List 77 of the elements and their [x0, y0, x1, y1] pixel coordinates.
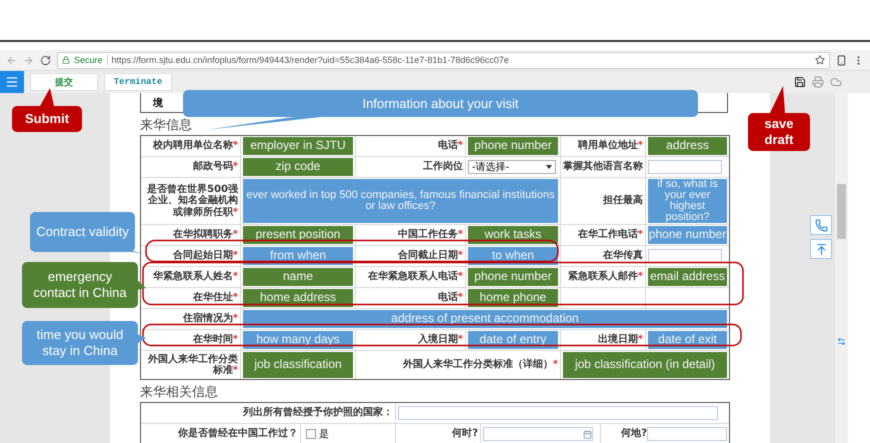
field-label: 聘用单位地址* [578, 140, 643, 152]
callout-pointer [768, 86, 788, 114]
field-label: 在华拟聘职务* [172, 229, 238, 241]
annotation-label: phone number [648, 226, 727, 244]
field-label: 在华传真 [603, 250, 643, 262]
field-label: 在华时间* [192, 334, 238, 346]
section-title: 来华信息 [140, 117, 192, 135]
callout: save draft [748, 113, 810, 151]
field-label: 华紧急联系人姓名* [152, 271, 238, 283]
field-label: 工作岗位 [423, 161, 463, 173]
callout: time you would stay in China [22, 321, 138, 365]
annotation-label: employer in SJTU [243, 137, 353, 155]
annotation-label: name [243, 268, 353, 286]
field-label: 合同截止日期* [398, 250, 463, 262]
back-icon[interactable] [6, 54, 17, 66]
lock-icon [62, 56, 70, 64]
expand-icon[interactable] [837, 336, 846, 346]
url-text: https://form.sjtu.edu.cn/infoplus/form/949443/render?uid=55c384a6-558c-11e7-81b1-78d6c96cc07e [112, 55, 509, 65]
field-label: 外国人来华工作分类标准* [146, 354, 238, 376]
field-label: 紧急联系人邮件* [568, 271, 643, 283]
annotation-label: job classification [243, 352, 353, 378]
field-label: 合同起始日期* [172, 250, 238, 262]
field-label: 在华工作电话* [578, 229, 643, 241]
annotation-label: ever worked in top 500 companies, famous financial institutions or law offices? [243, 179, 558, 223]
field-label: 列出所有曾经授予你护照的国家： [243, 407, 393, 419]
terminate-button[interactable]: Terminate [104, 73, 172, 91]
input-field[interactable] [648, 160, 722, 174]
field-label: 住宿情况为* [182, 313, 238, 325]
input-field[interactable] [648, 249, 722, 263]
phone-button[interactable] [810, 215, 832, 235]
section-title: 来华相关信息 [140, 384, 218, 402]
field-label: 掌握其他语言名称 [563, 161, 643, 173]
field-label: 校内聘用单位名称* [152, 140, 238, 152]
field-label: 是否曾在世界500强企业、知名金融机构或律师所任职* [146, 184, 238, 218]
menu-button[interactable] [0, 71, 24, 93]
address-bar[interactable]: Secure https://form.sjtu.edu.cn/infoplus/form/949443/render?uid=55c384a6-558c-11e7-81b1-78d6c96cc07e [57, 52, 830, 68]
field-label: 入境日期* [418, 334, 463, 346]
phone-icon [814, 218, 828, 232]
annotation-label: if so, what is your ever highest position? [648, 179, 727, 223]
position-dropdown[interactable]: -请选择- [468, 160, 556, 174]
annotation-label: address [648, 137, 727, 155]
date-field[interactable] [483, 427, 593, 441]
arrow-up-icon [814, 242, 828, 256]
save-icon[interactable] [794, 76, 806, 88]
field-label: 中国工作任务* [398, 229, 463, 241]
reload-icon[interactable] [40, 54, 51, 66]
annotation-label: email address [648, 268, 727, 286]
annotation-label: zip code [243, 158, 353, 176]
field-label: 何地? [621, 428, 647, 440]
field-label: 在华紧急联系人电话* [368, 271, 463, 283]
annotation-label: phone number [468, 268, 558, 286]
annotation-label: phone number [468, 137, 558, 155]
field-label: 担任最高 [603, 195, 643, 207]
forward-icon[interactable] [23, 54, 34, 66]
back-to-top-button[interactable] [810, 239, 832, 259]
secure-label: Secure [74, 55, 108, 65]
submit-button[interactable]: 提交 [30, 73, 98, 91]
field-label: 何时? [452, 428, 478, 440]
scrollbar-thumb[interactable] [837, 184, 846, 239]
field-label: 外国人来华工作分类标准（详细）* [402, 359, 558, 371]
field-label: 邮政号码* [192, 161, 238, 173]
field-label: 电话* [438, 140, 463, 152]
callout: emergency contact in China [22, 262, 138, 308]
field-label: 出境日期* [598, 334, 643, 346]
print-icon[interactable] [812, 76, 824, 88]
annotation-label: job classification (in detail) [563, 352, 727, 378]
field-label: 在华住址* [192, 292, 238, 304]
calendar-icon[interactable] [583, 430, 592, 438]
field-label: 你是否曾经在中国工作过？ [178, 428, 298, 440]
field-label: 电话* [438, 292, 463, 304]
menu-icon [5, 75, 19, 89]
star-icon[interactable] [815, 55, 825, 65]
field-label: 境 [153, 96, 163, 110]
input-field[interactable] [398, 406, 718, 420]
checkbox[interactable]: 是 [303, 427, 329, 441]
cloud-icon[interactable] [830, 76, 842, 88]
input-field[interactable] [647, 427, 727, 441]
